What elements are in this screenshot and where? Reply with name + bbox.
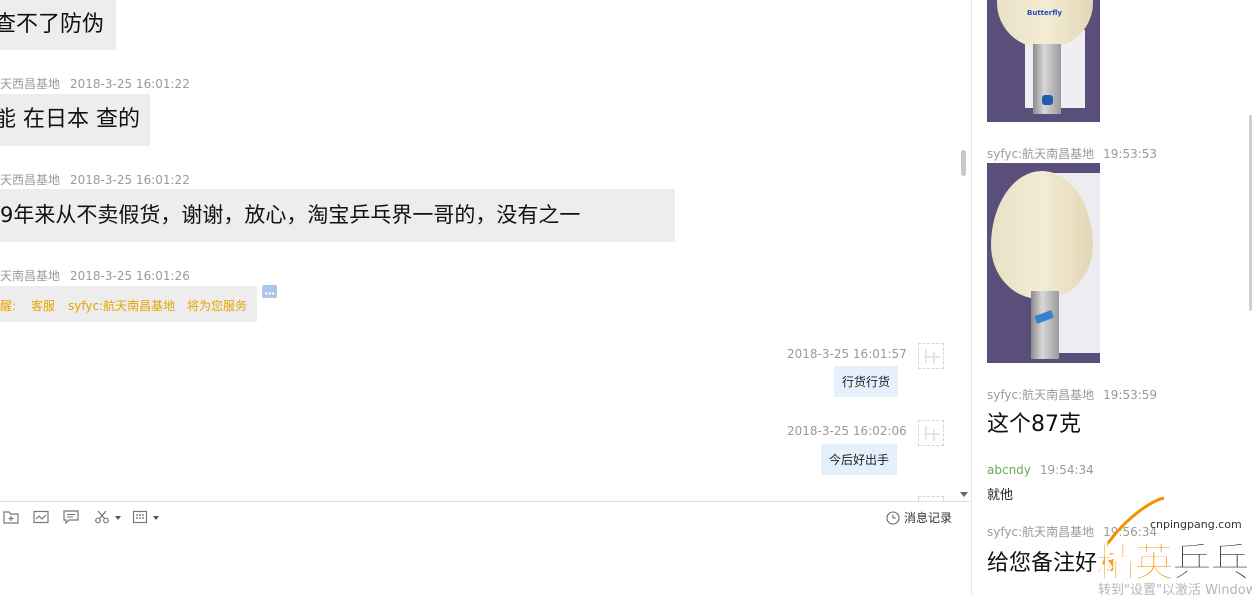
chat-scrollbar[interactable] — [957, 0, 970, 500]
message-time: 19:53:59 — [1103, 388, 1158, 402]
own-message-bubble: 今后好出手 — [821, 444, 898, 475]
clock-icon — [886, 511, 900, 525]
history-label: 消息记录 — [903, 511, 952, 525]
side-message-meta: syfyc:航天南昌基地 19:53:59 — [987, 386, 1157, 403]
sender-name: 天南昌基地 — [0, 269, 61, 283]
scissors-icon[interactable] — [94, 510, 110, 524]
service-notice: 醒: 客服 syfyc:航天南昌基地 将为您服务 — [0, 286, 257, 322]
message-meta: 天西昌基地 2018-3-25 16:01:22 — [0, 75, 190, 92]
sender-name: 天西昌基地 — [0, 173, 61, 187]
side-message-text: 这个87克 — [987, 412, 1081, 437]
paddle-brand: Butterfly — [1027, 9, 1062, 17]
message-time: 2018-3-25 16:01:22 — [70, 173, 190, 187]
message-bubble: 9年来从不卖假货，谢谢，放心，淘宝乒乓界一哥的，没有之一 — [0, 189, 675, 242]
message-time: 2018-3-25 16:01:22 — [70, 77, 190, 91]
sender-name: syfyc:航天南昌基地 — [987, 388, 1095, 402]
message-text: 9年来从不卖假货，谢谢，放心，淘宝乒乓界一哥的，没有之一 — [0, 203, 581, 227]
grid-icon[interactable] — [132, 510, 148, 524]
message-history-button[interactable]: 消息记录 — [886, 509, 952, 526]
sender-name: syfyc:航天南昌基地 — [987, 525, 1095, 539]
message-bubble: 查不了防伪 — [0, 0, 117, 50]
message-text: 今后好出手 — [829, 453, 890, 467]
message-meta: 天西昌基地 2018-3-25 16:01:22 — [0, 171, 190, 188]
sender-name: abcndy — [987, 463, 1031, 477]
sender-name: syfyc:航天南昌基地 — [987, 147, 1095, 161]
scroll-down-arrow-icon[interactable] — [960, 492, 968, 497]
comment-icon[interactable] — [63, 510, 79, 524]
side-message-meta: abcndy 19:54:34 — [987, 463, 1094, 477]
paddle-image[interactable]: Butterfly — [987, 0, 1100, 122]
avatar[interactable] — [918, 343, 944, 369]
message-meta: 天南昌基地 2018-3-25 16:01:26 — [0, 267, 190, 284]
chat-pane: 查不了防伪 天西昌基地 2018-3-25 16:01:22 能 在日本 查的 天… — [0, 0, 970, 596]
notice-prefix: 醒: — [0, 299, 17, 313]
folder-icon[interactable] — [3, 510, 19, 524]
chevron-down-icon[interactable] — [153, 516, 159, 520]
message-text: 能 在日本 查的 — [0, 107, 140, 132]
message-time: 2018-3-25 16:02:06 — [787, 424, 907, 438]
own-message-bubble: 行货行货 — [834, 366, 899, 397]
side-message-meta: syfyc:航天南昌基地 19:53:53 — [987, 145, 1157, 162]
notice-suffix: 将为您服务 — [187, 299, 248, 313]
notice-agent: syfyc:航天南昌基地 — [68, 299, 176, 313]
message-time: 19:53:53 — [1103, 147, 1158, 161]
more-dots-icon[interactable] — [262, 285, 277, 298]
message-bubble: 能 在日本 查的 — [0, 94, 150, 146]
input-toolbar: 消息记录 — [0, 501, 970, 534]
sender-name: 天西昌基地 — [0, 77, 61, 91]
side-message-text: 给您备注好 — [987, 551, 1098, 576]
paddle-image[interactable] — [987, 163, 1100, 363]
notice-service-label: 客服 — [31, 299, 56, 313]
message-time: 19:54:34 — [1039, 463, 1094, 477]
message-time: 2018-3-25 16:01:26 — [70, 269, 190, 283]
scrollbar-thumb[interactable] — [961, 150, 966, 176]
message-text: 行货行货 — [842, 375, 891, 389]
screenshot-icon[interactable] — [33, 510, 49, 524]
message-time: 2018-3-25 16:01:57 — [787, 347, 907, 361]
message-text: 查不了防伪 — [0, 12, 105, 37]
chevron-down-icon[interactable] — [115, 516, 121, 520]
windows-activation-text: 转到"设置"以激活 Windows。 — [1098, 583, 1252, 598]
avatar[interactable] — [918, 420, 944, 446]
side-message-text: 就他 — [987, 488, 1014, 503]
